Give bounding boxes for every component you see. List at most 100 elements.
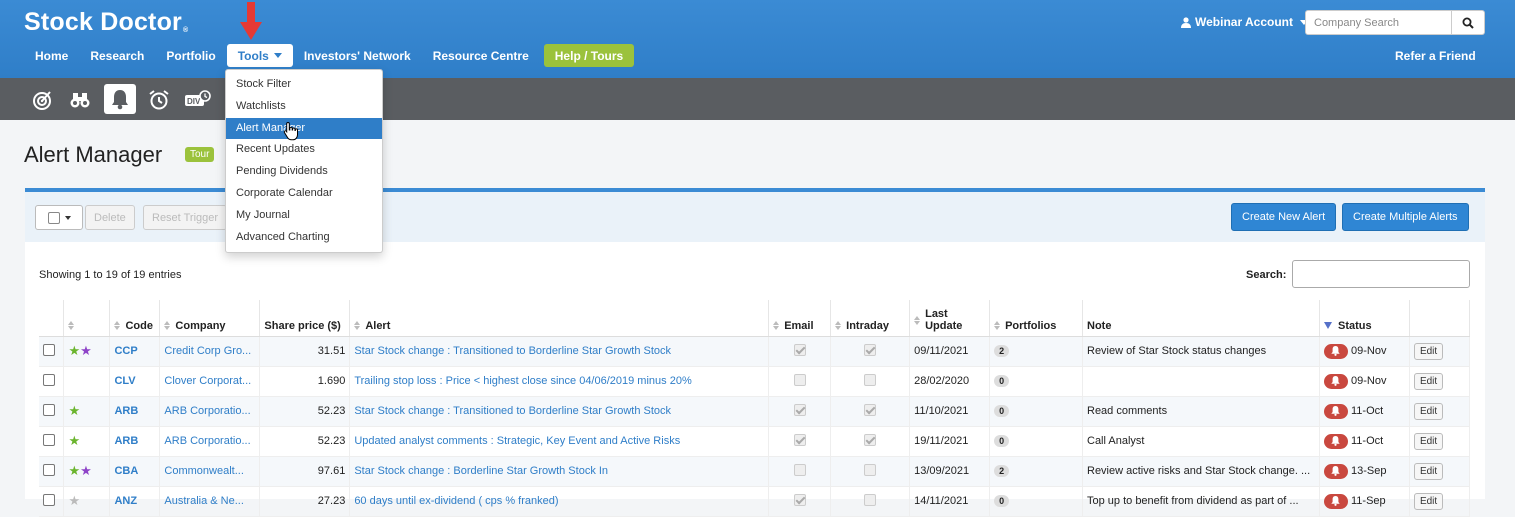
binoculars-icon[interactable] [65, 87, 95, 113]
row-select-checkbox[interactable] [43, 493, 55, 506]
dividend-icon[interactable]: DIV [183, 87, 213, 113]
select-all-dropdown[interactable] [35, 205, 83, 230]
col-portfolios[interactable]: Portfolios [989, 300, 1083, 337]
stock-code-link[interactable]: ARB [114, 405, 138, 417]
edit-button[interactable]: Edit [1413, 462, 1444, 480]
hand-cursor-icon [283, 121, 298, 141]
reset-trigger-button[interactable]: Reset Trigger [143, 205, 228, 230]
alert-link[interactable]: Trailing stop loss : Price < highest clo… [354, 375, 691, 387]
portfolio-count-badge: 0 [994, 375, 1010, 387]
bell-icon[interactable] [104, 84, 136, 114]
nav-resource-centre[interactable]: Resource Centre [422, 44, 540, 67]
col-share-price[interactable]: Share price ($) [259, 300, 351, 337]
edit-button[interactable]: Edit [1413, 432, 1444, 450]
status-cell: 11-Oct [1323, 433, 1405, 449]
company-link[interactable]: ARB Corporatio... [164, 435, 250, 447]
col-status[interactable]: Status [1319, 300, 1410, 337]
nav-research[interactable]: Research [79, 44, 155, 67]
col-intraday[interactable]: Intraday [830, 300, 911, 337]
company-link[interactable]: Australia & Ne... [164, 495, 243, 507]
note-text: Read comments [1082, 396, 1320, 427]
menu-item-watchlists[interactable]: Watchlists [226, 96, 382, 118]
last-update: 14/11/2021 [909, 486, 991, 517]
nav-portfolio[interactable]: Portfolio [155, 44, 226, 67]
target-icon[interactable] [27, 87, 57, 113]
row-select-checkbox[interactable] [43, 463, 55, 476]
company-link[interactable]: Clover Corporat... [164, 375, 251, 387]
last-update: 13/09/2021 [909, 456, 991, 487]
share-price: 52.23 [259, 396, 351, 427]
stock-code-link[interactable]: CCP [114, 345, 137, 357]
app-logo[interactable]: Stock Doctor® [24, 8, 188, 37]
col-code[interactable]: Code [109, 300, 161, 337]
account-menu[interactable]: Webinar Account [1181, 15, 1309, 29]
menu-item-stock-filter[interactable]: Stock Filter [226, 74, 382, 96]
company-link[interactable]: Credit Corp Gro... [164, 345, 251, 357]
alert-link[interactable]: Star Stock change : Transitioned to Bord… [354, 405, 671, 417]
menu-item-recent-updates[interactable]: Recent Updates [226, 139, 382, 161]
edit-button[interactable]: Edit [1413, 372, 1444, 390]
table-row[interactable]: ★★ CCP Credit Corp Gro... 31.51 Star Stock c… [39, 336, 1471, 367]
sort-icon [354, 321, 361, 331]
stock-code-link[interactable]: CLV [114, 375, 135, 387]
nav-investors-network[interactable]: Investors' Network [293, 44, 422, 67]
nav-home[interactable]: Home [24, 44, 79, 67]
create-new-alert-button[interactable]: Create New Alert [1231, 203, 1337, 231]
row-select-checkbox[interactable] [43, 403, 55, 416]
edit-button[interactable]: Edit [1413, 492, 1444, 510]
intraday-checkbox [864, 403, 877, 416]
col-email[interactable]: Email [768, 300, 832, 337]
nav-help-tours[interactable]: Help / Tours [543, 44, 635, 67]
table-search-input[interactable] [1292, 260, 1470, 288]
tour-badge[interactable]: Tour [185, 147, 215, 162]
col-last-update[interactable]: Last Update [909, 300, 991, 337]
delete-button[interactable]: Delete [85, 205, 135, 230]
table-search-label: Search: [1246, 269, 1287, 281]
alert-link[interactable]: Star Stock change : Borderline Star Grow… [354, 465, 608, 477]
alert-link[interactable]: Updated analyst comments : Strategic, Ke… [354, 435, 680, 447]
table-row[interactable]: ★ ARB ARB Corporatio... 52.23 Star Stock cha… [39, 396, 1471, 427]
col-stars[interactable] [63, 300, 111, 337]
portfolio-count-badge: 2 [994, 345, 1010, 357]
stock-code-link[interactable]: CBA [114, 465, 138, 477]
menu-item-corporate-calendar[interactable]: Corporate Calendar [226, 183, 382, 205]
edit-button[interactable]: Edit [1413, 342, 1444, 360]
stock-code-link[interactable]: ANZ [114, 495, 137, 507]
main-nav: Home Research Portfolio Tools Investors'… [24, 44, 635, 67]
create-multiple-alerts-button[interactable]: Create Multiple Alerts [1342, 203, 1469, 231]
company-search [1305, 10, 1485, 35]
table-row[interactable]: ★★ CBA Commonwealt... 97.61 Star Stock chang… [39, 456, 1471, 487]
menu-item-pending-dividends[interactable]: Pending Dividends [226, 161, 382, 183]
row-select-checkbox[interactable] [43, 433, 55, 446]
search-button[interactable] [1452, 10, 1485, 35]
sort-icon [773, 321, 780, 331]
row-select-checkbox[interactable] [43, 343, 55, 356]
share-price: 27.23 [259, 486, 351, 517]
sort-icon [994, 321, 1001, 331]
col-alert[interactable]: Alert [349, 300, 770, 337]
alert-link[interactable]: Star Stock change : Transitioned to Bord… [354, 345, 671, 357]
stock-code-link[interactable]: ARB [114, 435, 138, 447]
portfolio-count-badge: 2 [994, 465, 1010, 477]
alert-link[interactable]: 60 days until ex-dividend ( cps % franke… [354, 495, 558, 507]
alerts-table: Code Company Share price ($) Alert Email… [39, 300, 1471, 517]
refer-a-friend-link[interactable]: Refer a Friend [1395, 49, 1476, 63]
menu-item-my-journal[interactable]: My Journal [226, 205, 382, 227]
top-header: Stock Doctor® Webinar Account Home Resea… [0, 0, 1515, 78]
entries-info: Showing 1 to 19 of 19 entries [39, 269, 182, 281]
table-row[interactable]: ★ ARB ARB Corporatio... 52.23 Updated analys… [39, 426, 1471, 457]
col-note[interactable]: Note [1082, 300, 1320, 337]
edit-button[interactable]: Edit [1413, 402, 1444, 420]
alarm-clock-icon[interactable] [144, 87, 174, 113]
company-link[interactable]: ARB Corporatio... [164, 405, 250, 417]
company-search-input[interactable] [1305, 10, 1452, 35]
email-checkbox [793, 373, 806, 386]
row-select-checkbox[interactable] [43, 373, 55, 386]
company-link[interactable]: Commonwealt... [164, 465, 243, 477]
nav-tools[interactable]: Tools [226, 44, 293, 67]
menu-item-alert-manager[interactable]: Alert Manager [226, 117, 382, 140]
menu-item-advanced-charting[interactable]: Advanced Charting [226, 227, 382, 249]
table-row[interactable]: ★ ANZ Australia & Ne... 27.23 60 days until … [39, 486, 1471, 517]
table-row[interactable]: CLV Clover Corporat... 1.690 Trailing stop … [39, 366, 1471, 397]
col-company[interactable]: Company [159, 300, 261, 337]
